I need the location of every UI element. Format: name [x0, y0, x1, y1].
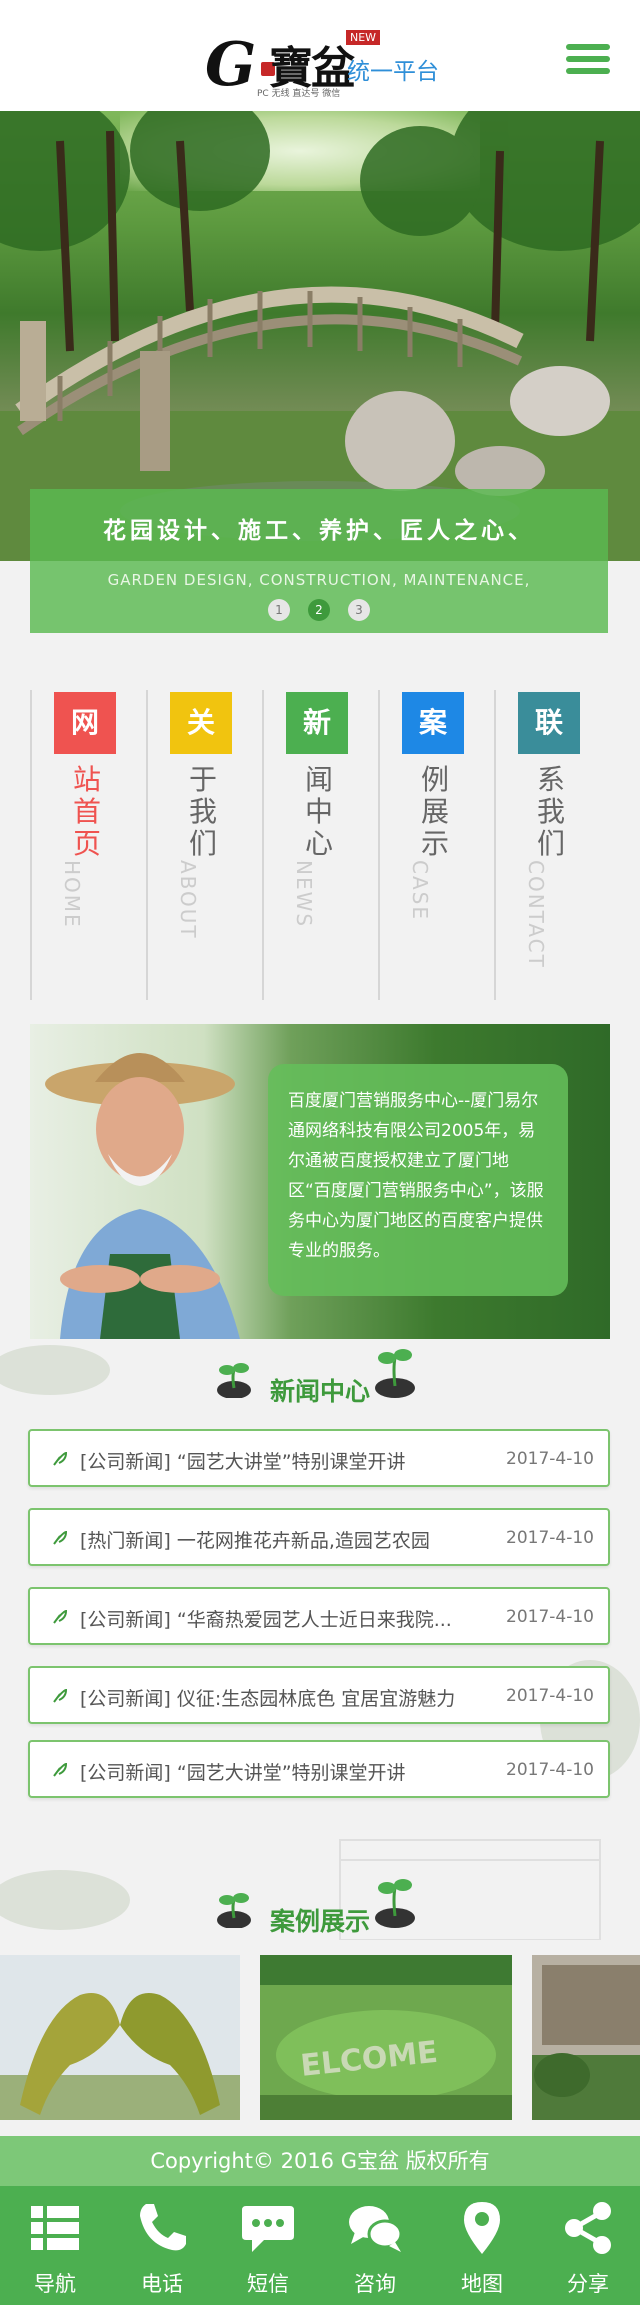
- case-image-3[interactable]: [532, 1955, 640, 2120]
- bottom-nav-phone[interactable]: 电话: [107, 2186, 217, 2305]
- nav-news-rest: 闻中心: [304, 763, 333, 860]
- cases-section-header: 案例展示: [0, 1879, 640, 1950]
- nav-news[interactable]: 新 闻中心 NEWS: [262, 690, 378, 1000]
- nav-about-rest: 于我们: [188, 763, 217, 860]
- copyright-bar: Copyright© 2016 G宝盆 版权所有: [0, 2136, 640, 2186]
- nav-contact-rest: 系我们: [536, 763, 565, 860]
- news-item-date: 2017-4-10: [506, 1760, 594, 1780]
- pager-dot-3[interactable]: 3: [348, 599, 370, 621]
- bottom-nav-consult-label: 咨询: [354, 2272, 396, 2296]
- nav-contact[interactable]: 联 系我们 CONTACT: [494, 690, 610, 1000]
- news-item-title: [公司新闻] “华裔热爱园艺人士近日来我院...: [80, 1609, 452, 1631]
- banner-slogan-cn: 花园设计、施工、养护、匠人之心、: [103, 518, 535, 544]
- news-item-title: [热门新闻] 一花网推花卉新品,造园艺农园: [80, 1530, 430, 1552]
- about-card[interactable]: 百度厦门营销服务中心--厦门易尔通网络科技有限公司2005年，易尔通被百度授权建…: [268, 1064, 568, 1296]
- bottom-nav-sms-label: 短信: [247, 2272, 289, 2296]
- nav-news-en: NEWS: [292, 860, 316, 929]
- sprout-right-icon: [375, 1349, 415, 1398]
- nav-about-first-char: 关: [170, 692, 232, 754]
- header: G 寶盆 NEW 统一平台 PC 无线 直达号 微信: [0, 0, 640, 111]
- share-icon: [565, 2202, 611, 2254]
- news-item-title: [公司新闻] “园艺大讲堂”特别课堂开讲: [80, 1451, 406, 1473]
- nav-about-en: ABOUT: [176, 860, 200, 940]
- nav-contact-en: CONTACT: [524, 860, 548, 969]
- news-item[interactable]: [公司新闻] “华裔热爱园艺人士近日来我院... 2017-4-10: [28, 1587, 610, 1645]
- nav-home-rest: 站首页: [72, 763, 101, 860]
- leaf-bullet-icon: [53, 1530, 68, 1545]
- leaf-bullet-icon: [53, 1451, 68, 1466]
- nav-home[interactable]: 网 站首页 HOME: [30, 690, 146, 1000]
- news-item-date: 2017-4-10: [506, 1607, 594, 1627]
- news-section-title: 新闻中心: [269, 1377, 370, 1406]
- banner-slogan-en: GARDEN DESIGN, CONSTRUCTION, MAINTENANCE…: [107, 571, 531, 589]
- bottom-nav-share[interactable]: 分享: [533, 2186, 640, 2305]
- nav-about[interactable]: 关 于我们 ABOUT: [146, 690, 262, 1000]
- news-item-date: 2017-4-10: [506, 1686, 594, 1706]
- nav-contact-first-char: 联: [518, 692, 580, 754]
- nav-case[interactable]: 案 例展示 CASE: [378, 690, 494, 1000]
- about-text: 百度厦门营销服务中心--厦门易尔通网络科技有限公司2005年，易尔通被百度授权建…: [288, 1091, 544, 1261]
- case-image-1[interactable]: [0, 1955, 240, 2120]
- cases-section-title: 案例展示: [269, 1907, 370, 1936]
- hamburger-menu-icon[interactable]: [566, 44, 610, 78]
- nav-home-first-char: 网: [54, 692, 116, 754]
- logo-subtitle: PC 无线 直达号 微信: [257, 89, 341, 99]
- news-item-date: 2017-4-10: [506, 1528, 594, 1548]
- news-section-header: 新闻中心: [0, 1349, 640, 1420]
- main-nav: 网 站首页 HOME 关 于我们 ABOUT 新 闻中心 NEWS 案 例展示 …: [30, 690, 610, 1000]
- news-item-date: 2017-4-10: [506, 1449, 594, 1469]
- leaf-bullet-icon: [53, 1762, 68, 1777]
- nav-case-en: CASE: [408, 860, 432, 921]
- news-item[interactable]: [公司新闻] 仪征:生态园林底色 宜居宜游魅力 2017-4-10: [28, 1666, 610, 1724]
- about-section: 百度厦门营销服务中心--厦门易尔通网络科技有限公司2005年，易尔通被百度授权建…: [30, 1024, 610, 1339]
- banner-pager: 123: [268, 599, 388, 623]
- bottom-nav-guide[interactable]: 导航: [0, 2186, 110, 2305]
- nav-news-first-char: 新: [286, 692, 348, 754]
- case-image-2[interactable]: ELCOME: [260, 1955, 512, 2120]
- logo-g: G: [205, 30, 257, 100]
- map-pin-icon: [464, 2202, 500, 2254]
- bottom-nav-map[interactable]: 地图: [427, 2186, 537, 2305]
- leaf-bullet-icon: [53, 1688, 68, 1703]
- bottom-nav-map-label: 地图: [461, 2272, 503, 2296]
- news-item-title: [公司新闻] 仪征:生态园林底色 宜居宜游魅力: [80, 1688, 456, 1710]
- phone-icon: [140, 2204, 186, 2251]
- logo-new-badge: NEW: [346, 30, 381, 45]
- news-item-title: [公司新闻] “园艺大讲堂”特别课堂开讲: [80, 1762, 406, 1784]
- bottom-nav: 导航 电话 短信 咨询 地图 分享: [0, 2186, 640, 2305]
- news-item[interactable]: [公司新闻] “园艺大讲堂”特别课堂开讲 2017-4-10: [28, 1740, 610, 1798]
- logo-platform: 统一平台: [347, 59, 439, 85]
- bottom-nav-phone-label: 电话: [141, 2272, 183, 2296]
- leaf-bullet-icon: [53, 1609, 68, 1624]
- list-icon: [31, 2206, 79, 2250]
- message-icon: [242, 2206, 294, 2252]
- gardener-photo: [45, 1053, 240, 1339]
- bottom-nav-consult[interactable]: 咨询: [320, 2186, 430, 2305]
- news-item[interactable]: [公司新闻] “园艺大讲堂”特别课堂开讲 2017-4-10: [28, 1429, 610, 1487]
- chat-icon: [349, 2206, 403, 2252]
- pager-dot-1[interactable]: 1: [268, 599, 290, 621]
- bottom-nav-sms[interactable]: 短信: [213, 2186, 323, 2305]
- case-gallery: ELCOME: [0, 1955, 640, 2120]
- nav-case-first-char: 案: [402, 692, 464, 754]
- sprout-right-icon: [375, 1879, 415, 1928]
- nav-case-rest: 例展示: [420, 763, 449, 860]
- news-item[interactable]: [热门新闻] 一花网推花卉新品,造园艺农园 2017-4-10: [28, 1508, 610, 1566]
- bottom-nav-guide-label: 导航: [34, 2272, 76, 2296]
- nav-home-en: HOME: [60, 860, 84, 929]
- bottom-nav-share-label: 分享: [567, 2272, 609, 2296]
- pager-dot-2[interactable]: 2: [308, 599, 330, 621]
